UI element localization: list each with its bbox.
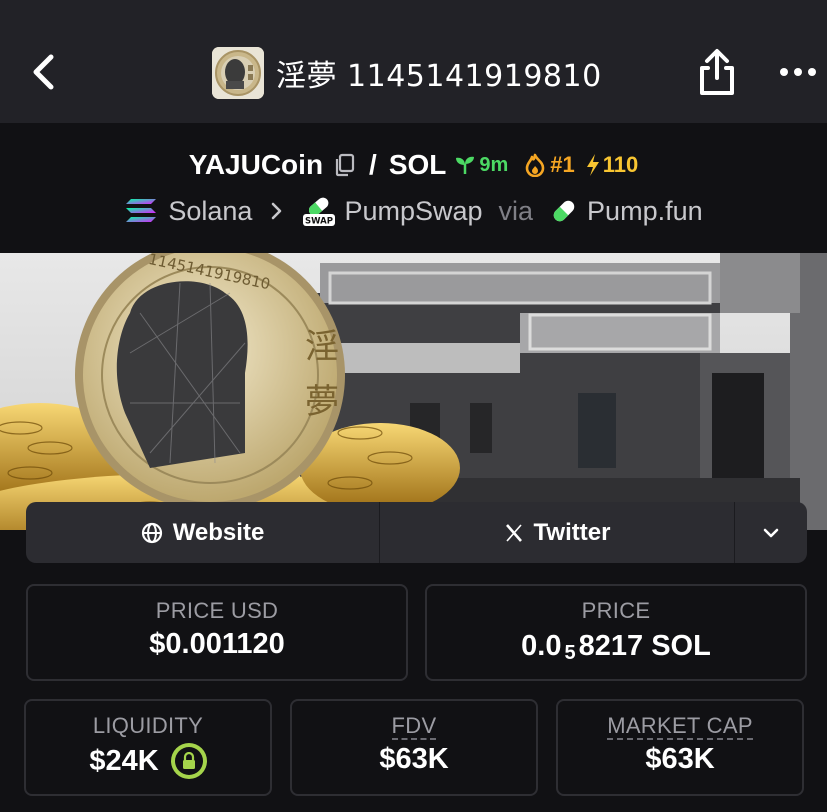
launchpad-link[interactable]: Pump.fun <box>549 196 703 227</box>
via-label: via <box>498 195 534 226</box>
market-cap-card[interactable]: MARKET CAP $63K <box>556 699 804 796</box>
token-avatar <box>212 47 264 99</box>
price-card: PRICE 0.0 5 8217 SOL <box>425 584 807 681</box>
price-usd-card: PRICE USD $0.001120 <box>26 584 408 681</box>
pair-separator: / <box>369 149 377 180</box>
website-button[interactable]: Website <box>26 502 380 563</box>
token-banner-image: 淫 夢 1145141919810 <box>0 253 827 530</box>
globe-icon <box>141 522 162 543</box>
top-bar: 淫夢 1145141919810 <box>0 0 827 123</box>
liquidity-value: $24K <box>89 744 159 777</box>
liquidity-card: LIQUIDITY $24K <box>24 699 272 796</box>
chain-name: Solana <box>168 195 253 226</box>
dex-link[interactable]: SWAP PumpSwap <box>302 195 483 227</box>
token-title: 淫夢 1145141919810 <box>212 46 602 100</box>
x-logo-icon <box>505 523 522 542</box>
chain-link[interactable]: Solana <box>124 196 252 227</box>
share-button[interactable] <box>694 46 740 98</box>
fdv-value: $63K <box>379 743 449 775</box>
token-name: 淫夢 1145141919810 <box>276 59 602 94</box>
trending-rank[interactable]: #1 <box>524 152 575 178</box>
website-label: Website <box>172 518 265 546</box>
solana-icon <box>126 199 157 222</box>
coin-glyph-2: 夢 <box>305 382 339 422</box>
copy-icon[interactable] <box>333 153 355 177</box>
chevron-down-icon <box>763 528 779 537</box>
market-cap-label: MARKET CAP <box>607 713 753 740</box>
trending-rank-value: #1 <box>550 152 575 177</box>
twitter-button[interactable]: Twitter <box>380 502 735 563</box>
lightning-icon <box>586 154 599 176</box>
price-subscript: 5 <box>564 642 576 664</box>
fdv-label: FDV <box>391 713 437 740</box>
chevron-right-icon <box>272 202 282 220</box>
twitter-label: Twitter <box>533 518 611 546</box>
pair-age-value: 9m <box>479 153 509 176</box>
launchpad-name: Pump.fun <box>587 195 703 226</box>
quote-token-symbol: SOL <box>388 149 447 180</box>
pumpswap-icon: SWAP <box>303 197 336 227</box>
market-cap-value: $63K <box>645 743 715 775</box>
pair-age: 9m <box>454 154 508 177</box>
flame-icon <box>525 153 545 177</box>
coin-glyph-1: 淫 <box>305 327 339 367</box>
pair-row: YAJUCoin / SOL 9m #1 110 <box>0 145 827 185</box>
price-usd-value: $0.001120 <box>149 628 285 660</box>
liquidity-label: LIQUIDITY <box>92 713 204 738</box>
lock-icon <box>182 752 195 769</box>
liquidity-value-row: $24K <box>26 743 270 779</box>
chevron-left-icon <box>33 54 54 90</box>
price-prefix: 0.0 <box>521 630 562 662</box>
price-value: 0.0 5 8217 SOL <box>427 628 805 665</box>
social-links-bar: Website Twitter <box>26 502 807 563</box>
liquidity-lock-badge[interactable] <box>170 743 207 779</box>
more-button[interactable] <box>772 50 824 94</box>
chain-breadcrumb: Solana SWAP PumpSwap via Pump.fun <box>0 191 827 231</box>
market-cap-label-wrap: MARKET CAP <box>558 713 802 740</box>
boost-count-value: 110 <box>602 152 639 177</box>
dex-badge-text: SWAP <box>305 217 333 227</box>
share-icon <box>700 49 734 95</box>
price-usd-label: PRICE USD <box>155 598 279 623</box>
sprout-icon <box>456 156 475 174</box>
pair-header <box>0 123 827 253</box>
pill-icon <box>553 200 575 222</box>
fdv-card[interactable]: FDV $63K <box>290 699 538 796</box>
fdv-label-wrap: FDV <box>292 713 536 740</box>
boost-count[interactable]: 110 <box>585 152 639 178</box>
dex-name: PumpSwap <box>344 195 483 226</box>
more-links-button[interactable] <box>735 502 807 563</box>
price-label: PRICE <box>581 598 651 623</box>
price-suffix: 8217 SOL <box>578 630 711 662</box>
base-token-symbol: YAJUCoin <box>188 149 324 180</box>
back-button[interactable] <box>26 50 60 94</box>
more-horizontal-icon <box>777 68 819 76</box>
